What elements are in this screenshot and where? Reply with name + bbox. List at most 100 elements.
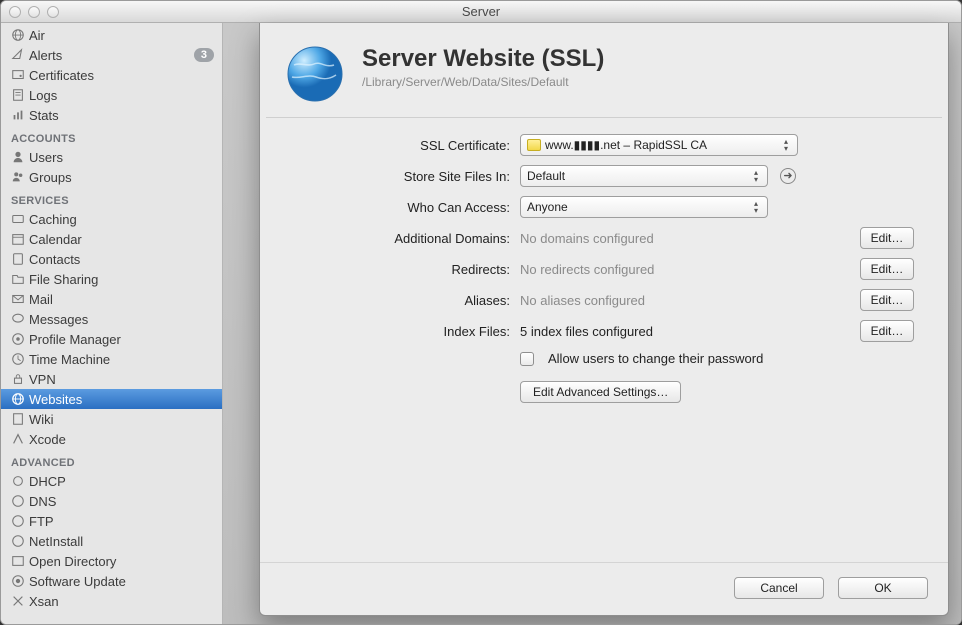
sidebar-item-label: Groups [29,170,72,185]
store-files-label: Store Site Files In: [270,169,510,184]
caching-icon [10,211,26,227]
ok-button[interactable]: OK [838,577,928,599]
sidebar-item-label: Software Update [29,574,126,589]
edit-aliases-button[interactable]: Edit… [860,289,914,311]
sidebar-item-mail[interactable]: Mail [1,289,222,309]
edit-domains-button[interactable]: Edit… [860,227,914,249]
sidebar-item-contacts[interactable]: Contacts [1,249,222,269]
sidebar-item-groups[interactable]: Groups [1,167,222,187]
store-files-popup[interactable]: Default [520,165,768,187]
ssl-certificate-label: SSL Certificate: [270,138,510,153]
sidebar-item-label: Logs [29,88,57,103]
vpn-icon [10,371,26,387]
window-title: Server [1,4,961,19]
sidebar-item-xsan[interactable]: Xsan [1,591,222,611]
sidebar-item-label: VPN [29,372,56,387]
time-icon [10,351,26,367]
sheet-title: Server Website (SSL) [362,45,604,73]
sidebar-item-dhcp[interactable]: DHCP [1,471,222,491]
sidebar-item-certificates[interactable]: Certificates [1,65,222,85]
sidebar-item-netinstall[interactable]: NetInstall [1,531,222,551]
sidebar-item-label: NetInstall [29,534,83,549]
chevron-updown-icon [748,168,764,184]
sidebar-item-open-directory[interactable]: Open Directory [1,551,222,571]
certificate-icon [527,139,541,151]
mail-icon [10,291,26,307]
sidebar-item-xcode[interactable]: Xcode [1,429,222,449]
messages-icon [10,311,26,327]
globe-icon [10,27,26,43]
sidebar-item-ftp[interactable]: FTP [1,511,222,531]
cancel-button[interactable]: Cancel [734,577,824,599]
profile-icon [10,331,26,347]
sidebar-section-services: SERVICES [1,187,222,209]
sidebar-item-software-update[interactable]: Software Update [1,571,222,591]
alert-icon [10,47,26,63]
alerts-badge: 3 [194,48,214,62]
sidebar-item-label: Alerts [29,48,62,63]
stats-icon [10,107,26,123]
sidebar-item-label: Users [29,150,63,165]
xsan-icon [10,593,26,609]
sheet-subtitle: /Library/Server/Web/Data/Sites/Default [362,75,604,89]
sidebar-item-file-sharing[interactable]: File Sharing [1,269,222,289]
sidebar-item-users[interactable]: Users [1,147,222,167]
chevron-updown-icon [748,199,764,215]
index-files-label: Index Files: [270,324,510,339]
sidebar-item-profile-manager[interactable]: Profile Manager [1,329,222,349]
sidebar-item-label: Messages [29,312,88,327]
sidebar-item-calendar[interactable]: Calendar [1,229,222,249]
xcode-icon [10,431,26,447]
dhcp-icon [10,473,26,489]
sidebar-item-label: Profile Manager [29,332,121,347]
zoom-traffic-icon[interactable] [47,6,59,18]
sidebar-section-advanced: ADVANCED [1,449,222,471]
sidebar-item-label: Wiki [29,412,54,427]
globe-large-icon [286,45,344,103]
sidebar-item-alerts[interactable]: Alerts 3 [1,45,222,65]
ssl-certificate-value: www.▮▮▮▮.net – RapidSSL CA [545,138,707,152]
calendar-icon [10,231,26,247]
sidebar-item-stats[interactable]: Stats [1,105,222,125]
cert-icon [10,67,26,83]
sidebar-item-dns[interactable]: DNS [1,491,222,511]
contacts-icon [10,251,26,267]
sidebar-item-label: Contacts [29,252,80,267]
store-files-value: Default [527,169,565,183]
ssl-certificate-popup[interactable]: www.▮▮▮▮.net – RapidSSL CA [520,134,798,156]
sidebar-item-time-machine[interactable]: Time Machine [1,349,222,369]
reveal-folder-button[interactable]: ➜ [780,168,796,184]
sidebar-item-label: Certificates [29,68,94,83]
sidebar-item-websites[interactable]: Websites [1,389,222,409]
allow-password-label: Allow users to change their password [548,351,763,366]
titlebar: Server [1,1,961,23]
sidebar-item-air[interactable]: Air [1,25,222,45]
sidebar-item-label: DNS [29,494,56,509]
dns-icon [10,493,26,509]
sidebar-item-label: File Sharing [29,272,98,287]
edit-redirects-button[interactable]: Edit… [860,258,914,280]
allow-password-checkbox[interactable] [520,352,534,366]
swu-icon [10,573,26,589]
edit-index-files-button[interactable]: Edit… [860,320,914,342]
log-icon [10,87,26,103]
sidebar-item-label: Time Machine [29,352,110,367]
website-settings-sheet: Server Website (SSL) /Library/Server/Web… [259,23,949,616]
access-popup[interactable]: Anyone [520,196,768,218]
websites-icon [10,391,26,407]
sidebar-item-label: DHCP [29,474,66,489]
sidebar-item-messages[interactable]: Messages [1,309,222,329]
website-form: SSL Certificate: www.▮▮▮▮.net – RapidSSL… [260,118,948,413]
edit-advanced-settings-button[interactable]: Edit Advanced Settings… [520,381,681,403]
close-traffic-icon[interactable] [9,6,21,18]
sidebar-item-caching[interactable]: Caching [1,209,222,229]
sidebar-item-vpn[interactable]: VPN [1,369,222,389]
sidebar-item-label: Air [29,28,45,43]
sidebar: Air Alerts 3 Certificates Logs Stats ACC… [1,23,223,624]
sidebar-item-wiki[interactable]: Wiki [1,409,222,429]
domains-label: Additional Domains: [270,231,510,246]
minimize-traffic-icon[interactable] [28,6,40,18]
domains-value: No domains configured [520,231,654,246]
aliases-value: No aliases configured [520,293,645,308]
sidebar-item-logs[interactable]: Logs [1,85,222,105]
